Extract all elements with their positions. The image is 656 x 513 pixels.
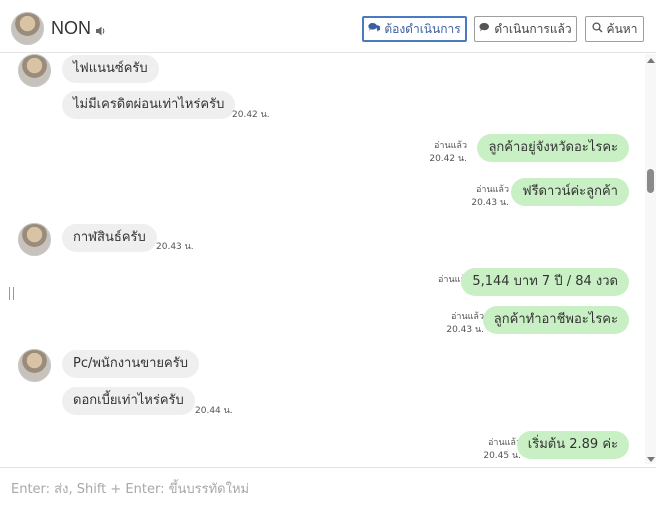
scrollbar-track[interactable] (645, 54, 656, 464)
message-time: 20.43 น. (446, 325, 484, 335)
comment-icon (479, 22, 490, 36)
contact-avatar[interactable] (11, 12, 44, 45)
speaker-icon[interactable] (95, 22, 107, 41)
pending-button-label: ต้องดำเนินการ (384, 21, 461, 36)
outgoing-message: ลูกค้าทำอาชีพอะไรคะ (482, 306, 629, 334)
message-time: 20.42 น. (232, 110, 270, 120)
incoming-message: ไม่มีเครดิตผ่อนเท่าไหร่ครับ (62, 91, 236, 119)
read-status: อ่านแล้ว (434, 141, 467, 151)
message-time: 20.43 น. (156, 242, 194, 252)
message-time: 20.43 น. (471, 198, 509, 208)
message-time: 20.44 น. (195, 406, 233, 416)
incoming-message: กาฬสินธ์ครับ (62, 224, 157, 252)
read-status: อ่านแล้ว (451, 312, 484, 322)
contact-name: NON (51, 18, 91, 38)
pending-button[interactable]: ต้องดำเนินการ (362, 16, 467, 42)
sender-avatar (18, 349, 51, 382)
search-button-label: ค้นหา (606, 21, 638, 36)
message-list[interactable]: ไฟแนนซ์ครับ ไม่มีเครดิตผ่อนเท่าไหร่ครับ … (0, 54, 644, 464)
done-button[interactable]: ดำเนินการแล้ว (474, 16, 577, 42)
done-button-label: ดำเนินการแล้ว (494, 21, 572, 36)
chat-header: NON ต้องดำเนินการ ดำเนินการแล้ว ค้นหา (0, 0, 656, 53)
scrollbar-thumb[interactable] (647, 169, 654, 193)
sender-avatar (18, 223, 51, 256)
incoming-message: ดอกเบี้ยเท่าไหร่ครับ (62, 387, 195, 415)
search-icon (591, 22, 603, 36)
outgoing-message: เริ่มต้น 2.89 ค่ะ (516, 431, 629, 459)
read-status: อ่านแล้ว (476, 185, 509, 195)
search-button[interactable]: ค้นหา (585, 16, 644, 42)
scroll-up-arrow-icon[interactable] (647, 58, 655, 63)
outgoing-message: ลูกค้าอยู่จังหวัดอะไรคะ (477, 134, 629, 162)
resize-handle-icon[interactable] (9, 287, 14, 300)
message-composer (0, 467, 656, 513)
chat-bubble-icon (368, 22, 381, 36)
sender-avatar (18, 54, 51, 87)
scroll-down-arrow-icon[interactable] (647, 457, 655, 462)
message-input[interactable] (0, 468, 656, 513)
outgoing-message: 5,144 บาท 7 ปี / 84 งวด (461, 268, 629, 296)
incoming-message: ไฟแนนซ์ครับ (62, 55, 159, 83)
message-time: 20.45 น. (483, 451, 521, 461)
outgoing-message: ฟรีดาวน์ค่ะลูกค้า (511, 178, 629, 206)
message-time: 20.42 น. (429, 154, 467, 164)
incoming-message: Pc/พนักงานขายครับ (62, 350, 199, 378)
